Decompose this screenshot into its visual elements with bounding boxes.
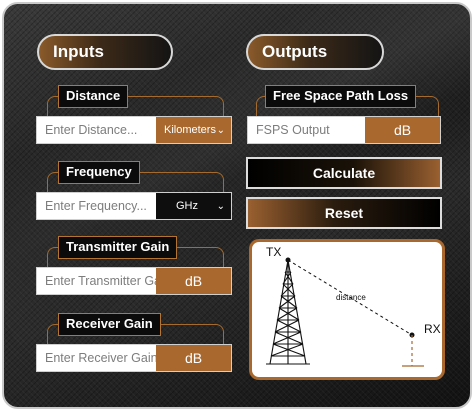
distance-label-text: distance (336, 293, 366, 302)
frequency-field-row: GHz ⌄ (36, 192, 232, 220)
distance-label: Distance (58, 85, 129, 108)
transmitter-gain-field-row: dB (36, 267, 232, 295)
receiver-gain-field-row: dB (36, 344, 232, 372)
distance-unit-select[interactable]: Kilometers ⌄ (156, 117, 231, 143)
receiver-gain-input[interactable] (37, 345, 156, 371)
transmitter-gain-input[interactable] (37, 268, 156, 294)
tx-rx-diagram: TX RX distance (249, 239, 445, 380)
distance-field-row: Kilometers ⌄ (36, 116, 232, 144)
frequency-unit-value: GHz (176, 200, 198, 212)
distance-unit-value: Kilometers (164, 124, 216, 136)
inputs-header: Inputs (37, 34, 173, 70)
reset-button-label: Reset (324, 205, 364, 221)
receiver-gain-label: Receiver Gain (58, 313, 161, 336)
tower-diagram-svg: TX RX distance (266, 245, 441, 367)
frequency-label: Frequency (58, 161, 140, 184)
fspl-field-row: dB (247, 116, 441, 144)
frequency-unit-select[interactable]: GHz ⌄ (156, 193, 231, 219)
transmitter-gain-label: Transmitter Gain (58, 236, 178, 259)
reset-button[interactable]: Reset (246, 197, 442, 229)
calculator-panel: Inputs Outputs Distance Kilometers ⌄ Fre… (2, 2, 472, 409)
fspl-unit: dB (365, 117, 440, 143)
chevron-down-icon: ⌄ (216, 124, 225, 136)
frequency-input[interactable] (37, 193, 156, 219)
outputs-header-label: Outputs (262, 42, 328, 61)
tower-icon (266, 259, 310, 365)
chevron-down-icon: ⌄ (216, 200, 225, 212)
calculate-button[interactable]: Calculate (246, 157, 442, 189)
receiver-gain-unit: dB (156, 345, 231, 371)
inputs-header-label: Inputs (53, 42, 104, 61)
fspl-label: Free Space Path Loss (265, 85, 417, 108)
distance-input[interactable] (37, 117, 156, 143)
transmitter-gain-unit: dB (156, 268, 231, 294)
rx-label: RX (424, 322, 441, 336)
calculate-button-label: Calculate (312, 165, 376, 181)
outputs-header: Outputs (246, 34, 384, 70)
fspl-output (248, 117, 365, 143)
tx-label: TX (266, 245, 281, 259)
